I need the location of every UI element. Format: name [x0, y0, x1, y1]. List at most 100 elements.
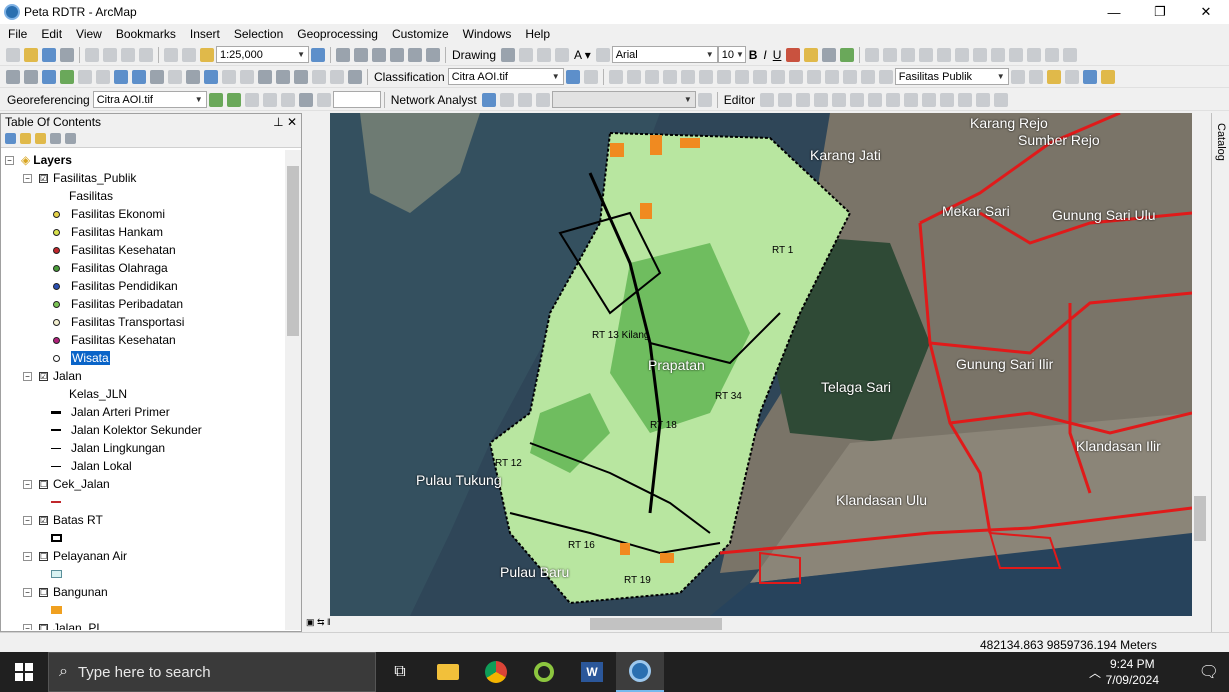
taskbar-chrome[interactable]	[472, 652, 520, 692]
georef-layer-combo[interactable]: Citra AOI.tif ▼	[92, 91, 207, 108]
drawing-menu[interactable]: Drawing	[449, 48, 499, 62]
reshape-icon[interactable]	[886, 92, 901, 107]
font-combo[interactable]: Arial ▼	[611, 46, 718, 63]
network-tool-a-icon[interactable]	[697, 92, 712, 107]
close-button[interactable]: ✕	[1183, 0, 1229, 24]
legend-item[interactable]: Fasilitas Olahraga	[53, 259, 168, 277]
select-features-icon[interactable]	[150, 69, 164, 84]
time-slider-icon[interactable]	[330, 69, 344, 84]
zoom-in-icon[interactable]	[6, 69, 20, 84]
menu-geoprocessing[interactable]: Geoprocessing	[289, 27, 384, 41]
draw-polygon-icon[interactable]	[583, 69, 598, 84]
show-hidden-icons[interactable]: ︿	[1089, 664, 1101, 681]
brightness-icon[interactable]	[1028, 69, 1043, 84]
view-link-table-icon[interactable]	[280, 92, 295, 107]
histogram-icon[interactable]	[608, 69, 623, 84]
catalog-tab[interactable]: Catalog	[1211, 113, 1229, 632]
legend-item-selected[interactable]: Wisata	[53, 349, 110, 367]
toc-scroll-thumb[interactable]	[287, 166, 299, 336]
expand-toggle[interactable]: −	[23, 551, 32, 561]
menu-insert[interactable]: Insert	[182, 27, 226, 41]
legend-item[interactable]: Fasilitas Transportasi	[53, 313, 184, 331]
tool-d-icon[interactable]	[878, 69, 893, 84]
text-tool-icon[interactable]: A ▾	[571, 48, 594, 62]
taskbar-file-explorer[interactable]	[424, 652, 472, 692]
network-create-icon[interactable]	[499, 92, 514, 107]
expand-toggle[interactable]: −	[23, 515, 32, 525]
open-icon[interactable]	[24, 47, 38, 62]
html-popup-icon[interactable]	[240, 69, 254, 84]
bold-button[interactable]: B	[746, 48, 761, 62]
sketch-properties-icon[interactable]	[976, 92, 991, 107]
classification-menu[interactable]: Classification	[371, 70, 448, 84]
georeferencing-menu[interactable]: Georeferencing	[4, 93, 93, 107]
minimize-button[interactable]: —	[1091, 0, 1137, 24]
redo-icon[interactable]	[182, 47, 196, 62]
menu-view[interactable]: View	[68, 27, 108, 41]
group-icon[interactable]	[1009, 47, 1024, 62]
toc-options-icon[interactable]	[65, 133, 76, 144]
toc-layer-batas-rt[interactable]: − ☑ Batas RT	[23, 511, 103, 529]
ungroup-icon[interactable]	[1027, 47, 1042, 62]
training-sample-manager-icon[interactable]	[565, 69, 580, 84]
legend-item[interactable]: Fasilitas Pendidikan	[53, 277, 178, 295]
zoom-whole-page-icon[interactable]	[537, 47, 552, 62]
map-horizontal-scrollbar[interactable]	[380, 616, 1192, 632]
point-icon[interactable]	[850, 92, 865, 107]
create-viewer-icon[interactable]	[348, 69, 362, 84]
trace-icon[interactable]	[832, 92, 847, 107]
next-extent-icon[interactable]	[132, 69, 146, 84]
expand-toggle[interactable]: −	[23, 173, 32, 183]
layer-visibility-checkbox[interactable]: ☐	[39, 623, 48, 630]
map-view[interactable]: Karang Rejo Sumber Rejo Karang Jati Meka…	[330, 113, 1192, 616]
contrast-icon[interactable]	[1010, 69, 1025, 84]
legend-item[interactable]: Jalan Lokal	[51, 457, 132, 475]
add-control-points-icon[interactable]	[262, 92, 277, 107]
attributes-icon[interactable]	[958, 92, 973, 107]
georef-options-icon[interactable]	[316, 92, 331, 107]
effects-icon[interactable]	[1100, 69, 1115, 84]
add-data-icon[interactable]	[200, 47, 214, 62]
network-analyst-menu[interactable]: Network Analyst	[388, 93, 480, 107]
merge-icon[interactable]	[716, 69, 731, 84]
italic-button[interactable]: I	[760, 48, 769, 62]
tool-a-icon[interactable]	[824, 69, 839, 84]
find-icon[interactable]	[258, 69, 272, 84]
fill-color-icon[interactable]	[804, 47, 819, 62]
legend-item[interactable]: Jalan Arteri Primer	[51, 403, 170, 421]
expand-toggle[interactable]: −	[23, 371, 32, 381]
legend-item[interactable]: Fasilitas Hankam	[53, 223, 163, 241]
layer-select-combo[interactable]: Fasilitas Publik ▼	[894, 68, 1009, 85]
menu-bookmarks[interactable]: Bookmarks	[108, 27, 182, 41]
hyperlink-icon[interactable]	[222, 69, 236, 84]
save-icon[interactable]	[42, 47, 56, 62]
find-route-icon[interactable]	[276, 69, 290, 84]
measure-icon[interactable]	[312, 69, 326, 84]
font-size-combo[interactable]: 10 ▼	[717, 46, 746, 63]
legend-item[interactable]	[51, 529, 62, 547]
classification-layer-combo[interactable]: Citra AOI.tif ▼	[447, 68, 564, 85]
align-left-icon[interactable]	[865, 47, 880, 62]
map-vscroll-thumb[interactable]	[1194, 496, 1206, 541]
taskbar-word[interactable]: W	[568, 652, 616, 692]
expand-toggle[interactable]: −	[23, 623, 32, 630]
underline-button[interactable]: U	[770, 48, 785, 62]
task-view-button[interactable]: ⧉	[376, 652, 424, 692]
scatterplot-icon[interactable]	[626, 69, 641, 84]
overview-icon[interactable]	[788, 69, 803, 84]
end-point-arc-icon[interactable]	[814, 92, 829, 107]
pan-icon[interactable]	[42, 69, 56, 84]
arctoolbox-icon[interactable]	[390, 47, 404, 62]
menu-windows[interactable]: Windows	[455, 27, 518, 41]
layout-icon[interactable]	[752, 69, 767, 84]
goto-xy-icon[interactable]	[294, 69, 308, 84]
list-by-selection-icon[interactable]	[50, 133, 61, 144]
edit-tool-icon[interactable]	[760, 92, 775, 107]
marker-color-icon[interactable]	[840, 47, 855, 62]
legend-item[interactable]: Jalan Lingkungan	[51, 439, 165, 457]
catalog-window-icon[interactable]	[354, 47, 368, 62]
viewer-icon[interactable]	[298, 92, 313, 107]
split-tool-icon[interactable]	[922, 92, 937, 107]
toc-layer-jalan-pl[interactable]: − ☐ Jalan_PL	[23, 619, 103, 630]
start-button[interactable]	[0, 652, 48, 692]
